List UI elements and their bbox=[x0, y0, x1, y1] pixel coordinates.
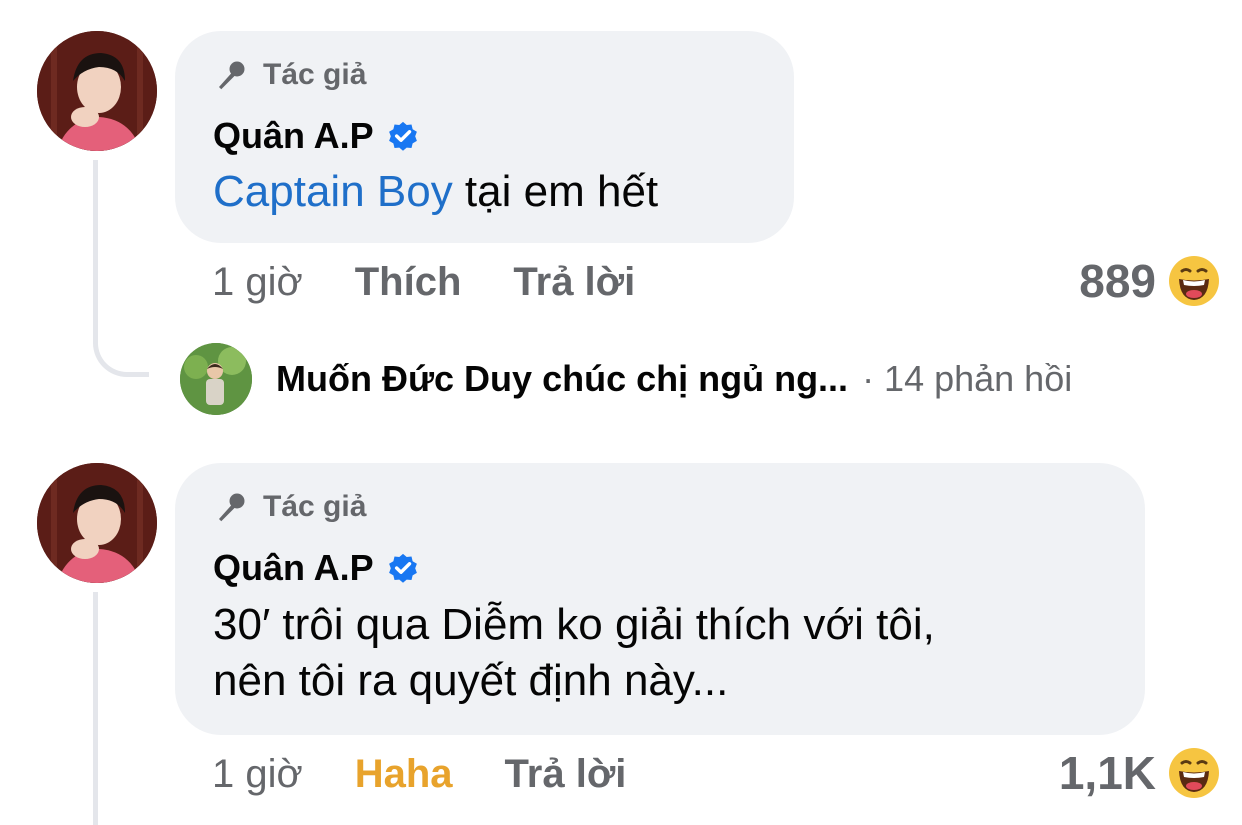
mention-link[interactable]: Captain Boy bbox=[213, 167, 453, 216]
reply-preview-text: Muốn Đức Duy chúc chị ngủ ng... bbox=[276, 358, 849, 399]
author-badge: Tác giả bbox=[213, 57, 366, 93]
author-name[interactable]: Quân A.P bbox=[213, 115, 374, 157]
reaction-summary[interactable]: 889 bbox=[1079, 254, 1220, 308]
haha-reaction-button[interactable]: Haha bbox=[355, 752, 453, 797]
author-name[interactable]: Quân A.P bbox=[213, 547, 374, 589]
comment-bubble: Tác giả Quân A.P 30′ trôi qua Diễm ko gi… bbox=[175, 463, 1145, 735]
comment-actions: 1 giờ Thích Trả lời bbox=[212, 260, 687, 305]
badge-label: Tác giả bbox=[263, 58, 367, 91]
reply-avatar bbox=[180, 343, 252, 415]
author-name-row: Quân A.P bbox=[213, 547, 420, 589]
microphone-icon bbox=[219, 61, 245, 90]
thread-line bbox=[93, 160, 98, 310]
comment-bubble: Tác giả Quân A.P Captain Boy tại em hết bbox=[175, 31, 794, 243]
reply-preview[interactable]: Muốn Đức Duy chúc chị ngủ ng... · 14 phả… bbox=[180, 343, 1072, 415]
timestamp[interactable]: 1 giờ bbox=[212, 260, 303, 305]
verified-icon bbox=[388, 121, 417, 151]
microphone-icon bbox=[219, 493, 245, 522]
reply-button[interactable]: Trả lời bbox=[513, 260, 635, 305]
thread-curve bbox=[93, 300, 149, 377]
haha-emoji-icon bbox=[1169, 748, 1219, 798]
reaction-summary[interactable]: 1,1K bbox=[1059, 746, 1220, 800]
comment-text: Captain Boy tại em hết bbox=[213, 167, 658, 217]
comment-text-line-2: nên tôi ra quyết định này... bbox=[213, 656, 729, 705]
reply-count: · 14 phản hồi bbox=[862, 358, 1073, 399]
haha-emoji-icon bbox=[1169, 256, 1219, 306]
badge-label: Tác giả bbox=[263, 490, 367, 523]
like-button[interactable]: Thích bbox=[355, 260, 462, 305]
reply-button[interactable]: Trả lời bbox=[505, 752, 627, 797]
comment-text-line-1: 30′ trôi qua Diễm ko giải thích với tôi, bbox=[213, 600, 935, 649]
author-avatar[interactable] bbox=[37, 463, 157, 583]
verified-icon bbox=[388, 553, 417, 583]
reaction-count: 889 bbox=[1079, 255, 1156, 307]
thread-line bbox=[93, 592, 98, 825]
author-badge: Tác giả bbox=[213, 489, 366, 525]
author-avatar[interactable] bbox=[37, 31, 157, 151]
comment-text-rest: tại em hết bbox=[452, 167, 659, 216]
author-name-row: Quân A.P bbox=[213, 115, 420, 157]
comment-actions: 1 giờ Haha Trả lời bbox=[212, 752, 678, 797]
reaction-count: 1,1K bbox=[1058, 747, 1156, 799]
timestamp[interactable]: 1 giờ bbox=[212, 752, 303, 797]
